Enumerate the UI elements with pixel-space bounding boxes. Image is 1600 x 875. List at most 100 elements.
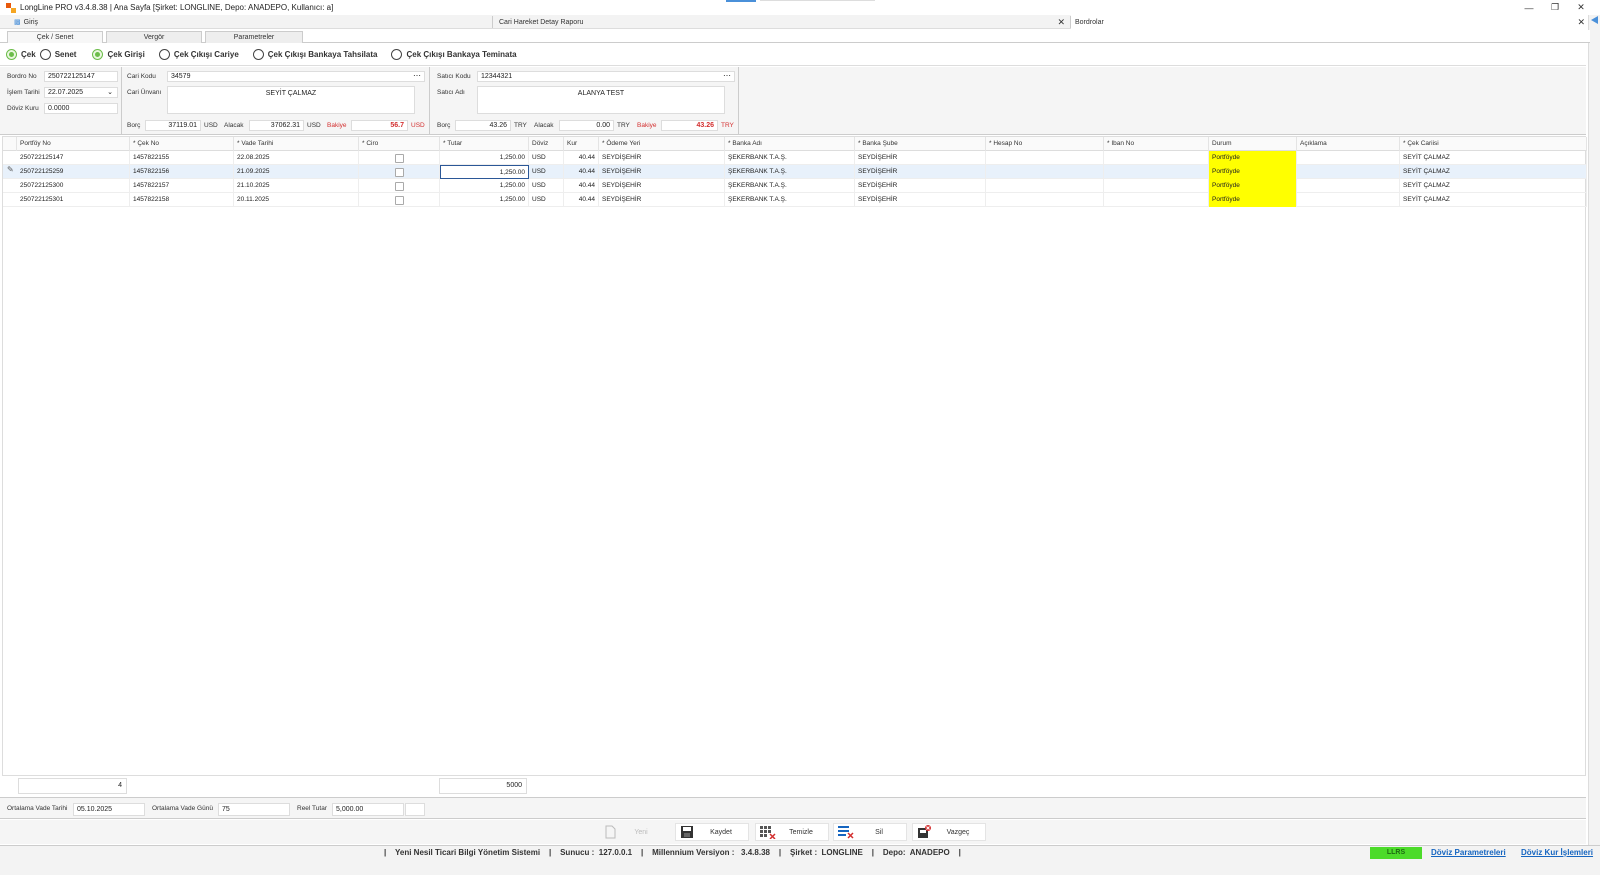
column-header[interactable]: * Banka Şube <box>855 137 986 151</box>
radio-cek[interactable]: Çek <box>6 49 36 60</box>
cell-kur[interactable]: 40.44 <box>564 193 599 207</box>
cell-ciro[interactable] <box>359 151 440 165</box>
cell-banka-adi[interactable]: ŞEKERBANK T.A.Ş. <box>725 193 855 207</box>
cell-vade-tarihi[interactable]: 21.10.2025 <box>234 179 359 193</box>
radio-dot[interactable] <box>39 49 51 60</box>
doc-tab-bordrolar[interactable]: Bordrolar ✕ <box>1071 15 1589 29</box>
doviz-kur-islemleri-link[interactable]: Döviz Kur İşlemleri <box>1521 848 1593 857</box>
cell-kur[interactable]: 40.44 <box>564 151 599 165</box>
cell-odeme-yeri[interactable]: SEYDİŞEHİR <box>599 151 725 165</box>
ciro-checkbox[interactable] <box>395 168 404 177</box>
cell-tutar[interactable]: 1,250.00 <box>440 193 529 207</box>
column-header[interactable]: * Tutar <box>440 137 529 151</box>
cell-ciro[interactable] <box>359 165 440 179</box>
collapse-arrow-icon[interactable] <box>1591 16 1598 24</box>
cell-aciklama[interactable] <box>1297 165 1400 179</box>
column-header[interactable]: * Ödeme Yeri <box>599 137 725 151</box>
tab-vergor[interactable]: Vergör <box>106 31 202 43</box>
column-header[interactable]: * Banka Adı <box>725 137 855 151</box>
radio-cek-cikisi-teminata[interactable]: Çek Çıkışı Bankaya Teminata <box>391 49 517 60</box>
cell-vade-tarihi[interactable]: 20.11.2025 <box>234 193 359 207</box>
cell-cek-no[interactable]: 1457822155 <box>130 151 234 165</box>
cell-portfoy-no[interactable]: 250722125259 <box>17 165 130 179</box>
cell-tutar-editing[interactable]: 1,250.00 <box>440 165 529 179</box>
cell-hesap-no[interactable] <box>986 151 1104 165</box>
table-row[interactable]: ✎ 250722125259 1457822156 21.09.2025 1,2… <box>3 165 1587 179</box>
close-tab-icon[interactable]: ✕ <box>1057 17 1065 28</box>
doc-tab-giris[interactable]: ▩ Giriş <box>10 15 490 29</box>
satici-adi-field[interactable]: ALANYA TEST <box>477 86 725 114</box>
doviz-parametreleri-link[interactable]: Döviz Parametreleri <box>1431 848 1506 857</box>
tab-parametreler[interactable]: Parametreler <box>205 31 303 43</box>
column-header[interactable]: * Iban No <box>1104 137 1209 151</box>
cell-cek-carisi[interactable]: SEYİT ÇALMAZ <box>1400 151 1587 165</box>
cell-portfoy-no[interactable]: 250722125300 <box>17 179 130 193</box>
cell-cek-carisi[interactable]: SEYİT ÇALMAZ <box>1400 179 1587 193</box>
cell-doviz[interactable]: USD <box>529 165 564 179</box>
column-header[interactable]: * Çek No <box>130 137 234 151</box>
radio-dot[interactable] <box>92 49 104 60</box>
cell-odeme-yeri[interactable]: SEYDİŞEHİR <box>599 179 725 193</box>
ciro-checkbox[interactable] <box>395 154 404 163</box>
ellipsis-icon[interactable]: ⋯ <box>413 72 421 80</box>
ciro-checkbox[interactable] <box>395 182 404 191</box>
cell-doviz[interactable]: USD <box>529 179 564 193</box>
cell-kur[interactable]: 40.44 <box>564 179 599 193</box>
cell-banka-adi[interactable]: ŞEKERBANK T.A.Ş. <box>725 151 855 165</box>
radio-dot[interactable] <box>252 49 264 60</box>
cell-kur[interactable]: 40.44 <box>564 165 599 179</box>
radio-dot[interactable] <box>158 49 170 60</box>
cell-hesap-no[interactable] <box>986 179 1104 193</box>
ellipsis-icon[interactable]: ⋯ <box>723 72 731 80</box>
column-header[interactable]: * Çek Cariisi <box>1400 137 1587 151</box>
radio-senet[interactable]: Senet <box>39 49 76 60</box>
column-header[interactable]: Kur <box>564 137 599 151</box>
close-icon[interactable]: ✕ <box>1568 0 1594 15</box>
cell-vade-tarihi[interactable]: 22.08.2025 <box>234 151 359 165</box>
cell-hesap-no[interactable] <box>986 165 1104 179</box>
cell-portfoy-no[interactable]: 250722125147 <box>17 151 130 165</box>
cell-hesap-no[interactable] <box>986 193 1104 207</box>
cell-iban-no[interactable] <box>1104 151 1209 165</box>
radio-cek-cikisi-cariye[interactable]: Çek Çıkışı Cariye <box>158 49 239 60</box>
column-header[interactable]: Açıklama <box>1297 137 1400 151</box>
cell-banka-sube[interactable]: SEYDİŞEHİR <box>855 179 986 193</box>
doc-tab-cari-hareket[interactable]: Cari Hareket Detay Raporu ✕ <box>495 15 1069 29</box>
cell-durum[interactable]: Portföyde <box>1209 179 1297 193</box>
radio-cek-girisi[interactable]: Çek Girişi <box>92 49 145 60</box>
cari-unvani-field[interactable]: SEYİT ÇALMAZ <box>167 86 415 114</box>
cari-kodu-field[interactable]: 34579 ⋯ <box>167 71 425 82</box>
chevron-down-icon[interactable]: ⌄ <box>107 88 113 97</box>
column-header[interactable]: Durum <box>1209 137 1297 151</box>
cell-doviz[interactable]: USD <box>529 151 564 165</box>
table-row[interactable]: 250722125147 1457822155 22.08.2025 1,250… <box>3 151 1587 165</box>
cell-ciro[interactable] <box>359 193 440 207</box>
islem-tarihi-date[interactable]: 22.07.2025 ⌄ <box>44 87 118 98</box>
cell-banka-sube[interactable]: SEYDİŞEHİR <box>855 193 986 207</box>
cell-tutar[interactable]: 1,250.00 <box>440 151 529 165</box>
cell-banka-adi[interactable]: ŞEKERBANK T.A.Ş. <box>725 179 855 193</box>
cell-banka-sube[interactable]: SEYDİŞEHİR <box>855 151 986 165</box>
cell-portfoy-no[interactable]: 250722125301 <box>17 193 130 207</box>
cell-aciklama[interactable] <box>1297 179 1400 193</box>
radio-cek-cikisi-tahsilata[interactable]: Çek Çıkışı Bankaya Tahsilata <box>252 49 377 60</box>
vazgec-button[interactable]: Vazgeç <box>912 823 986 841</box>
cell-cek-no[interactable]: 1457822157 <box>130 179 234 193</box>
radio-dot[interactable] <box>391 49 403 60</box>
cell-vade-tarihi[interactable]: 21.09.2025 <box>234 165 359 179</box>
temizle-button[interactable]: Temizle <box>755 823 829 841</box>
cell-cek-no[interactable]: 1457822158 <box>130 193 234 207</box>
tab-cek-senet[interactable]: Çek / Senet <box>7 31 103 43</box>
kaydet-button[interactable]: Kaydet <box>675 823 749 841</box>
ciro-checkbox[interactable] <box>395 196 404 205</box>
cell-cek-no[interactable]: 1457822156 <box>130 165 234 179</box>
bordro-no-field[interactable]: 250722125147 <box>44 71 118 82</box>
cell-tutar[interactable]: 1,250.00 <box>440 179 529 193</box>
cell-cek-carisi[interactable]: SEYİT ÇALMAZ <box>1400 193 1587 207</box>
radio-dot[interactable] <box>6 49 17 60</box>
column-header[interactable]: * Vade Tarihi <box>234 137 359 151</box>
cell-doviz[interactable]: USD <box>529 193 564 207</box>
cell-odeme-yeri[interactable]: SEYDİŞEHİR <box>599 193 725 207</box>
close-tab-icon[interactable]: ✕ <box>1577 17 1585 28</box>
satici-kodu-field[interactable]: 12344321 ⋯ <box>477 71 735 82</box>
